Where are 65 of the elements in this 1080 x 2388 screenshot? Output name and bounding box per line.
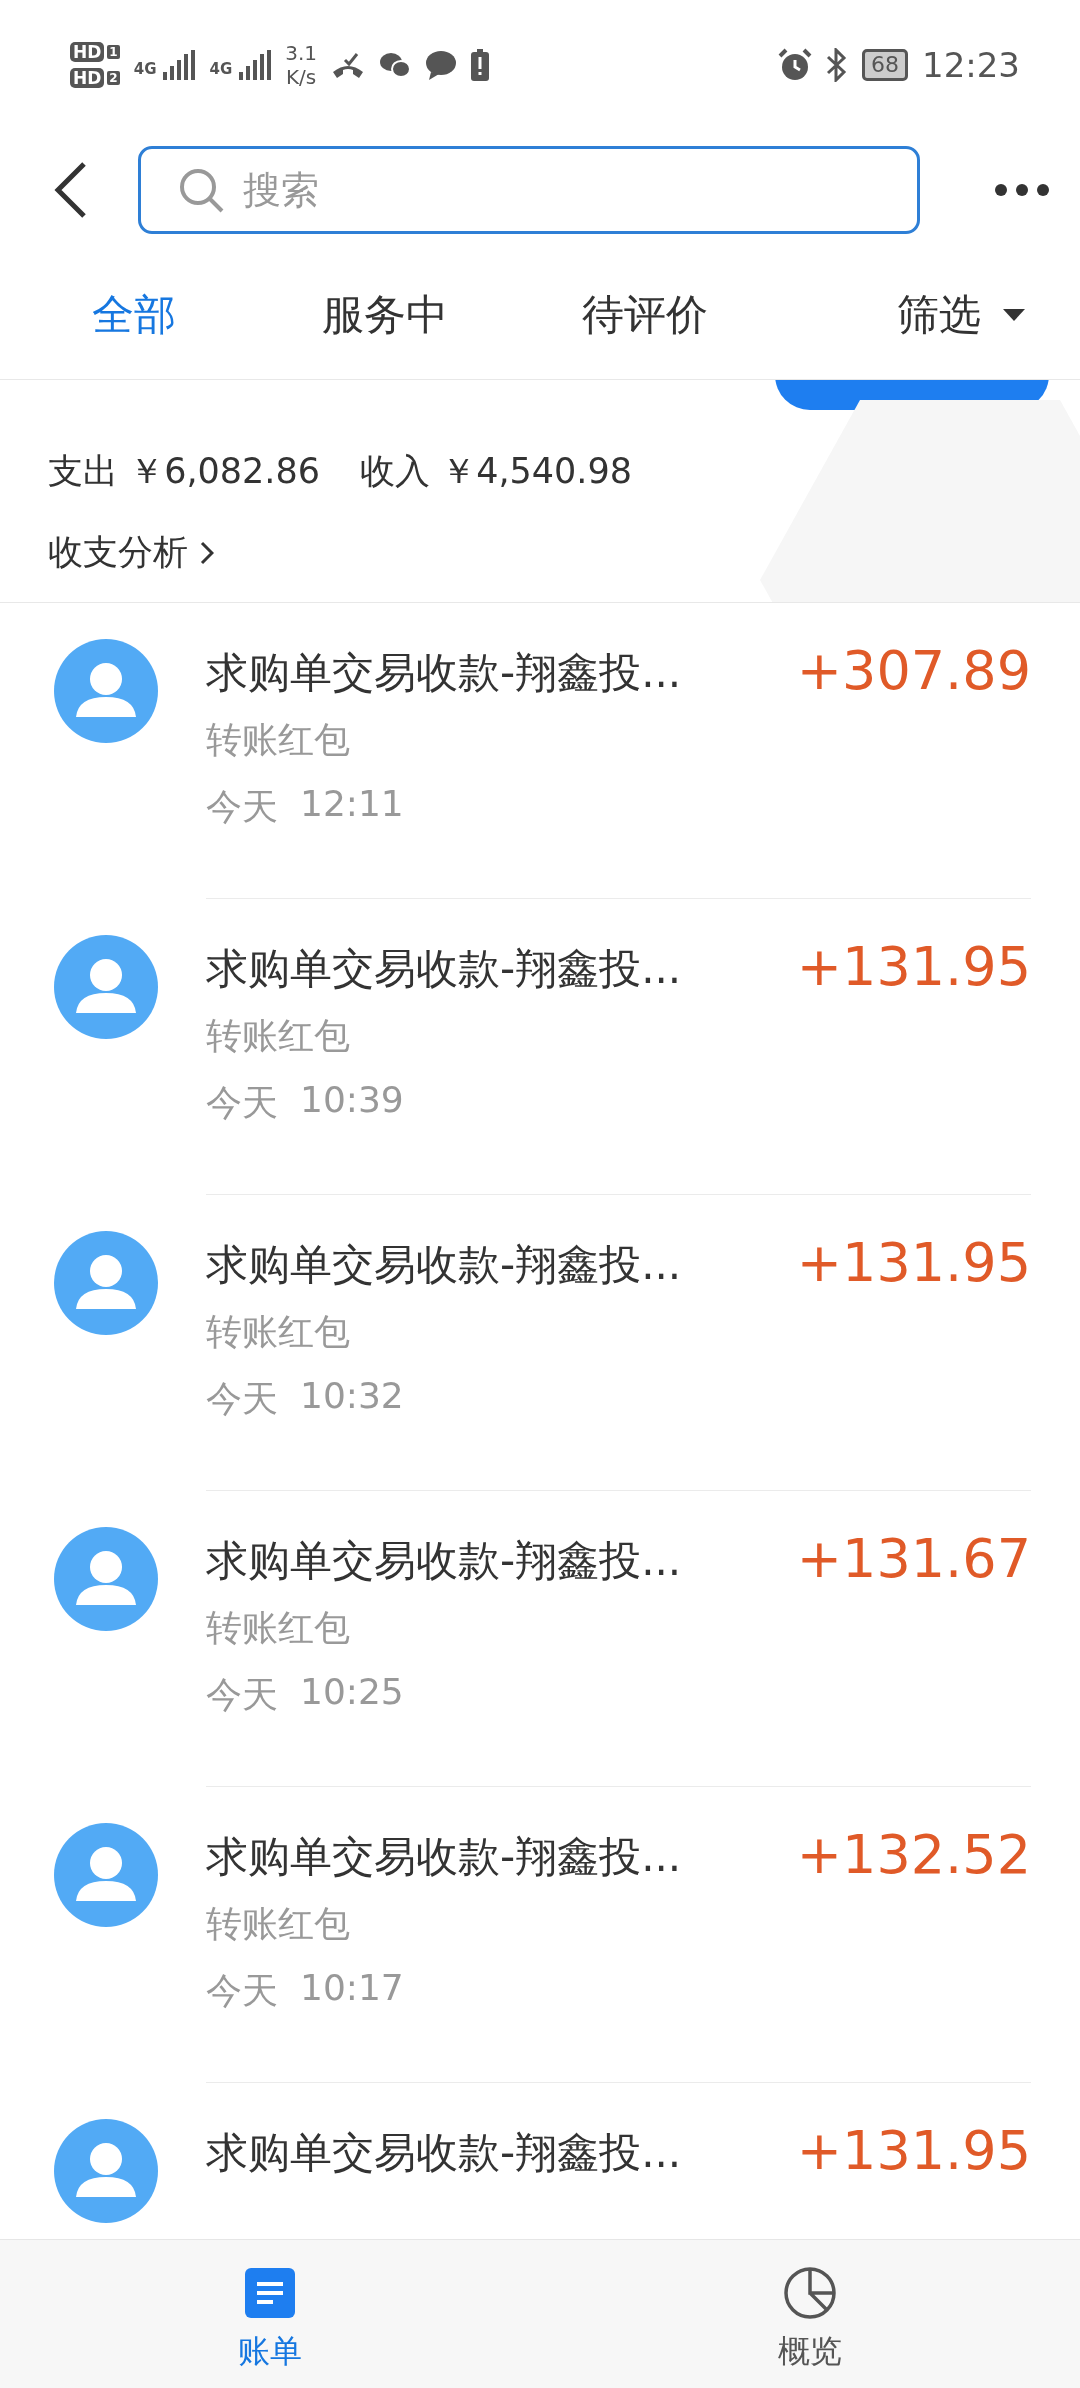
transaction-amount: +132.52	[796, 1823, 1031, 1886]
nav-tab[interactable]: 概览	[540, 2240, 1080, 2388]
dropdown-caret-icon	[1003, 308, 1025, 321]
network-type: 4G	[133, 60, 157, 78]
message-icon	[425, 50, 457, 80]
bluetooth-icon	[826, 48, 848, 82]
filter-tab[interactable]: 服务中	[322, 286, 582, 343]
filter-tab[interactable]: 全部	[92, 286, 322, 343]
network-type: 4G	[209, 60, 233, 78]
transaction-category: 转账红包	[206, 1014, 351, 1058]
transaction-title: 求购单交易收款-翔鑫投...	[206, 2127, 682, 2179]
transaction-day: 今天	[206, 1671, 278, 1720]
transaction-title: 求购单交易收款-翔鑫投...	[206, 1831, 682, 1883]
expense-total: 支出 ￥6,082.86	[48, 450, 320, 493]
sim-label: HD	[70, 42, 105, 62]
clock-time: 12:23	[922, 45, 1020, 85]
avatar-icon	[54, 1231, 158, 1335]
transaction-amount: +131.95	[796, 935, 1031, 998]
alarm-icon	[778, 48, 812, 82]
transaction-time: 10:17	[300, 1967, 404, 2010]
battery-level: 68	[862, 49, 908, 81]
transaction-category: 转账红包	[206, 1902, 351, 1946]
avatar-icon	[54, 1823, 158, 1927]
transaction-time: 10:25	[300, 1671, 404, 1714]
transaction-title: 求购单交易收款-翔鑫投...	[206, 1239, 682, 1291]
transaction-day: 今天	[206, 1375, 278, 1424]
transaction-time: 12:11	[300, 783, 404, 826]
transaction-day: 今天	[206, 1967, 278, 2016]
sim-slot: 2	[107, 71, 120, 85]
phone-icon	[331, 50, 365, 80]
avatar-icon	[54, 2119, 158, 2223]
avatar-icon	[54, 935, 158, 1039]
transaction-amount: +131.95	[796, 1231, 1031, 1294]
analysis-link[interactable]: 收支分析	[48, 529, 1032, 576]
transaction-day: 今天	[206, 1079, 278, 1128]
transaction-category: 转账红包	[206, 1310, 351, 1354]
bill-icon	[243, 2266, 297, 2320]
transaction-amount: +131.67	[796, 1527, 1031, 1590]
sim-slot: 1	[107, 45, 120, 59]
transaction-title: 求购单交易收款-翔鑫投...	[206, 1535, 682, 1587]
alert-battery-icon	[471, 49, 489, 81]
search-icon	[178, 167, 224, 213]
transaction-amount: +131.95	[796, 2119, 1031, 2182]
nav-tab[interactable]: 账单	[0, 2240, 540, 2388]
transaction-day: 今天	[206, 783, 278, 832]
pie-chart-icon	[783, 2266, 837, 2320]
speed-text: K/s	[285, 65, 317, 89]
filter-button[interactable]: 筛选	[897, 286, 1025, 343]
search-field[interactable]: 搜索	[138, 146, 920, 234]
transaction-time: 10:32	[300, 1375, 404, 1418]
chat-bubbles-icon	[379, 51, 411, 79]
transaction-category: 转账红包	[206, 718, 351, 762]
income-total: 收入 ￥4,540.98	[360, 450, 632, 493]
chevron-right-icon	[200, 540, 214, 565]
transaction-title: 求购单交易收款-翔鑫投...	[206, 943, 682, 995]
transaction-title: 求购单交易收款-翔鑫投...	[206, 647, 682, 699]
transaction-time: 10:39	[300, 1079, 404, 1122]
filter-tab[interactable]: 待评价	[582, 286, 842, 343]
avatar-icon	[54, 639, 158, 743]
transaction-category: 转账红包	[206, 1606, 351, 1650]
more-icon	[994, 183, 1050, 197]
speed-text: 3.1	[285, 41, 317, 65]
sim-label: HD	[70, 68, 105, 88]
transaction-amount: +307.89	[796, 639, 1031, 702]
avatar-icon	[54, 1527, 158, 1631]
